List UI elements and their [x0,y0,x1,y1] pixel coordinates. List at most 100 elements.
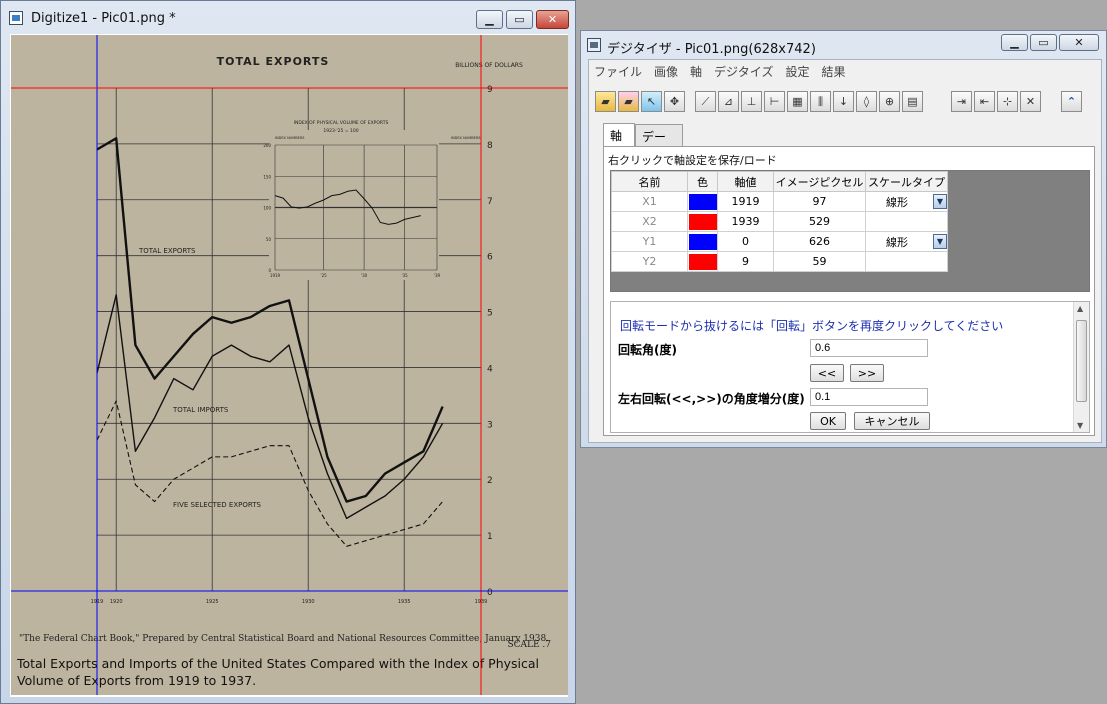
rotation-angle-input[interactable] [810,339,928,357]
tab-data[interactable]: データ [635,124,683,161]
chevron-down-icon[interactable]: ▼ [933,194,947,209]
scale-type-cell[interactable] [865,251,948,272]
axis-pixel[interactable]: 529 [773,211,866,232]
axis-pixel[interactable]: 59 [773,251,866,272]
rotate-right-button[interactable]: >> [850,364,884,382]
grid-icon[interactable]: ▦ [787,91,808,112]
menu-digitize[interactable]: デジタイズ [714,63,773,80]
rotate-line-icon[interactable]: ⊿ [718,91,739,112]
add-line-icon[interactable]: ⟋ [695,91,716,112]
axis-color-cell[interactable] [687,211,718,232]
header-scale-type[interactable]: スケールタイプ [865,171,948,192]
digitizer-restore-button[interactable]: ▭ [1030,34,1057,51]
rotation-panel: 回転モードから抜けるには「回転」ボタンを再度クリックしてください 回転角(度) … [610,301,1090,433]
rotation-angle-label: 回転角(度) [618,343,677,357]
rotation-increment-input[interactable] [810,388,928,406]
scale-note: SCALE .7 [507,640,551,650]
source-note: "The Federal Chart Book," Prepared by Ce… [19,634,549,644]
scale-type-cell[interactable]: 線形 ▼ [865,191,948,212]
y-tick-label: 5 [487,309,493,319]
digitizer-titlebar[interactable]: デジタイザ - Pic01.png(628x742) ▁ ▭ ✕ [581,31,1106,59]
app-icon [9,11,23,25]
image-canvas[interactable]: TOTAL EXPORTS BILLIONS OF DOLLARS 0 1 2 3 4 5… [10,34,568,697]
axis-value[interactable]: 9 [717,251,774,272]
axis-name: Y1 [611,231,688,252]
inset-x-tick-label: '25 [320,273,327,278]
move-icon[interactable]: ✥ [664,91,685,112]
restore-icon: ▭ [1038,36,1049,49]
digitizer-window-title: デジタイザ - Pic01.png(628x742) [607,42,816,57]
x-tick-label: 1925 [206,599,219,605]
axis-name: X1 [611,191,688,212]
inset-right-label: INDEX NUMBERS [451,136,481,140]
cancel-button[interactable]: キャンセル [854,412,930,430]
label-icon[interactable]: ◊ [856,91,877,112]
chart-title: TOTAL EXPORTS [217,55,330,68]
menu-file[interactable]: ファイル [594,63,642,80]
axis-value[interactable]: 1919 [717,191,774,212]
add-row-icon[interactable]: ⇤ [974,91,995,112]
rotation-panel-scrollbar[interactable]: ▲ ▼ [1073,302,1089,432]
cursor-select-icon[interactable]: ↖ [641,91,662,112]
digitize-titlebar[interactable]: Digitize1 - Pic01.png * ▁ ▭ ✕ [1,1,575,35]
table-row[interactable]: Y1 0 626 線形 ▼ [611,231,948,252]
y-axis-icon[interactable]: ⊢ [764,91,785,112]
axis-color-cell[interactable] [687,251,718,272]
axis-table-header: 名前 色 軸値 イメージピクセル スケールタイプ [611,171,948,192]
x-tick-label: 1920 [110,599,123,605]
menu-results[interactable]: 結果 [821,63,845,80]
open-folder-icon[interactable]: ▰ [595,91,616,112]
scale-type-cell[interactable]: 線形 ▼ [865,231,948,252]
header-name[interactable]: 名前 [611,171,688,192]
digitizer-close-button[interactable]: ✕ [1059,34,1099,51]
scroll-up-icon[interactable]: ▲ [1077,304,1083,313]
color-swatch [688,193,717,210]
digitizer-minimize-button[interactable]: ▁ [1001,34,1028,51]
collapse-icon[interactable]: ⌃ [1061,91,1082,112]
tab-axis-1[interactable]: 軸 1 [603,123,635,158]
rotate-left-button[interactable]: << [810,364,844,382]
axis-settings-hint: 右クリックで軸設定を保存/ロード [608,154,777,167]
table-row[interactable]: X1 1919 97 線形 ▼ [611,191,948,212]
scrollbar-thumb[interactable] [1076,320,1087,402]
table-row[interactable]: X2 1939 529 [611,211,948,232]
axis-color-cell[interactable] [687,231,718,252]
header-value[interactable]: 軸値 [717,171,774,192]
axis-table-area: 名前 色 軸値 イメージピクセル スケールタイプ X1 1919 97 線形 ▼ [610,170,1090,292]
inset-title: INDEX OF PHYSICAL VOLUME OF EXPORTS [294,120,389,126]
close-button[interactable]: ✕ [536,10,569,29]
open-file-icon[interactable]: ▰ [618,91,639,112]
new-doc-icon[interactable]: ⊕ [879,91,900,112]
ok-button[interactable]: OK [810,412,846,430]
y-tick-label: 6 [487,253,493,263]
menu-axis[interactable]: 軸 [690,63,702,80]
axis-pixel[interactable]: 626 [773,231,866,252]
digitizer-app-icon [587,38,601,52]
add-column-icon[interactable]: ⇥ [951,91,972,112]
axis-color-cell[interactable] [687,191,718,212]
table-row[interactable]: Y2 9 59 [611,251,948,272]
menu-bar: ファイル 画像 軸 デジタイズ 設定 結果 [589,60,1101,82]
close-icon: ✕ [1074,36,1084,49]
axis-value[interactable]: 1939 [717,211,774,232]
scale-type-cell[interactable] [865,211,948,232]
menu-image[interactable]: 画像 [654,63,678,80]
delete-icon[interactable]: ✕ [1020,91,1041,112]
bar-icon[interactable]: ⫼ [810,91,831,112]
x-axis-icon[interactable]: ⊥ [741,91,762,112]
axis-pixel[interactable]: 97 [773,191,866,212]
header-color[interactable]: 色 [687,171,718,192]
header-pixel[interactable]: イメージピクセル [773,171,866,192]
axis-value[interactable]: 0 [717,231,774,252]
scanned-chart-image[interactable]: TOTAL EXPORTS BILLIONS OF DOLLARS 0 1 2 3 4 5… [11,35,568,695]
x-tick-label: 1935 [398,599,411,605]
sort-icon[interactable]: ↓ [833,91,854,112]
chevron-down-icon[interactable]: ▼ [933,234,947,249]
restore-button[interactable]: ▭ [506,10,533,29]
scroll-down-icon[interactable]: ▼ [1077,421,1083,430]
table-icon[interactable]: ▤ [902,91,923,112]
add-point-icon[interactable]: ⊹ [997,91,1018,112]
y-tick-label: 2 [487,476,493,486]
minimize-button[interactable]: ▁ [476,10,503,29]
menu-settings[interactable]: 設定 [785,63,809,80]
